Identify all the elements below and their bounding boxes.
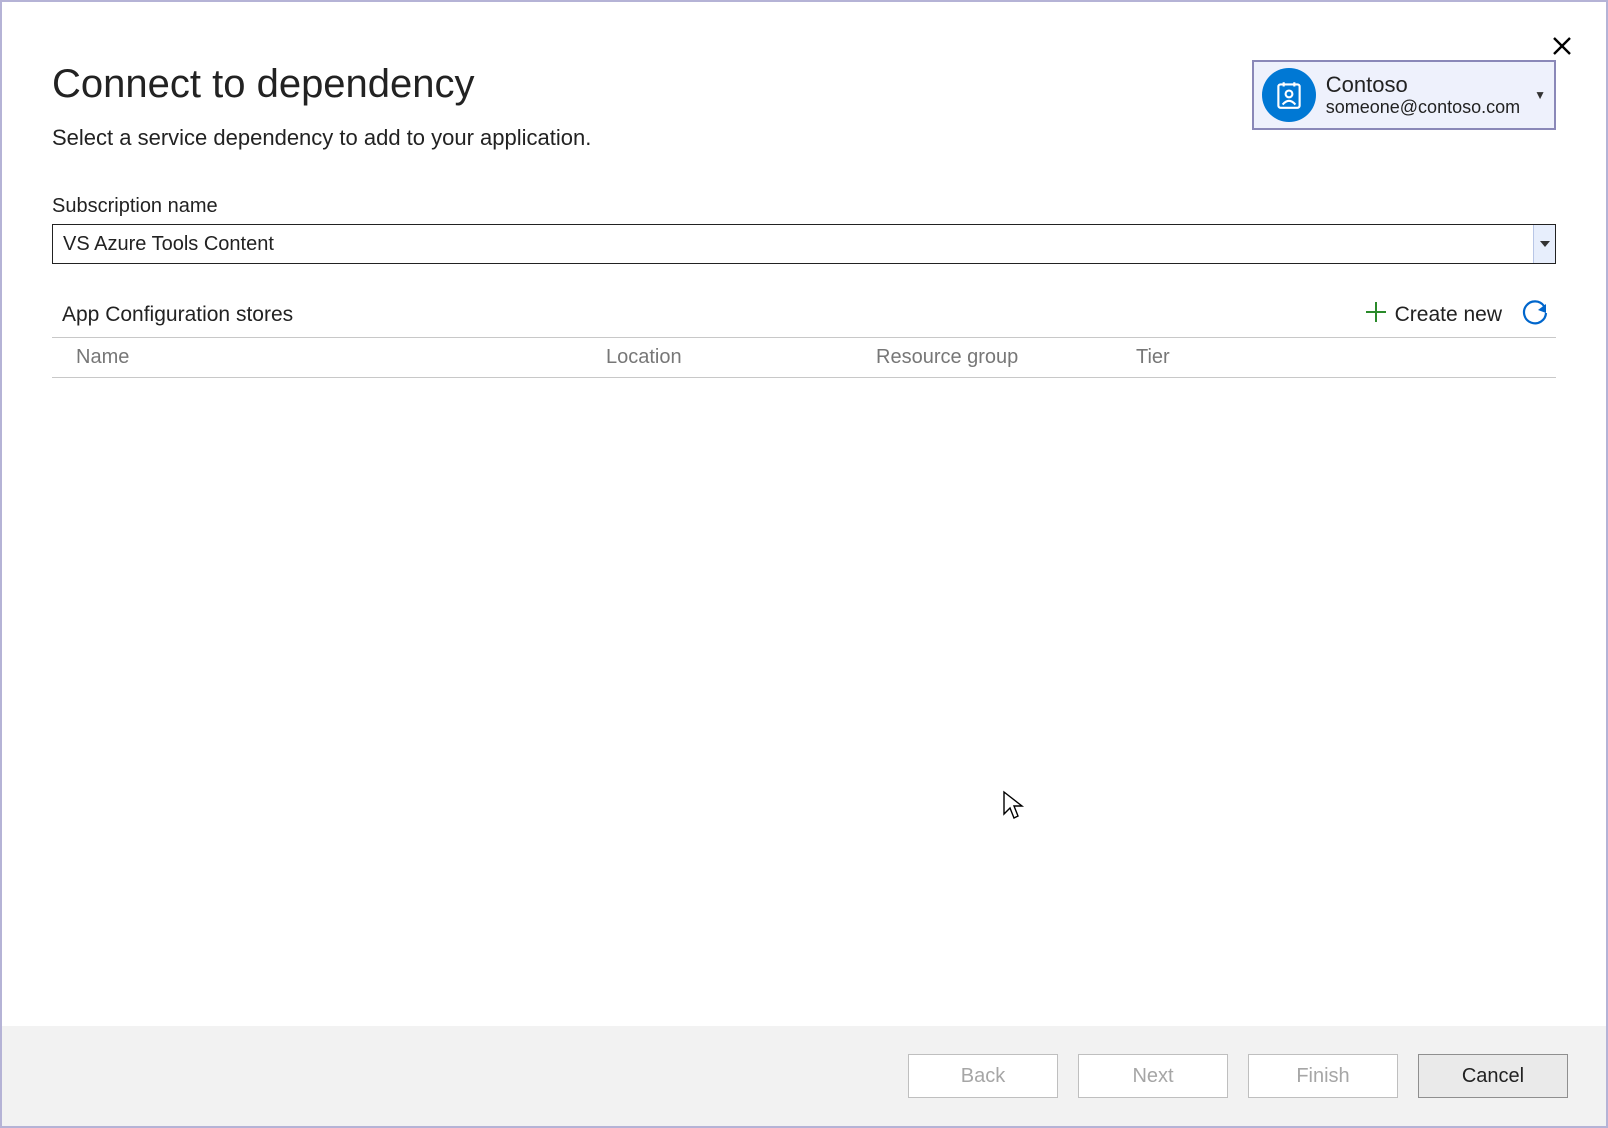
stores-section-title: App Configuration stores	[62, 303, 293, 327]
chevron-down-icon: ▼	[1534, 88, 1546, 102]
refresh-button[interactable]	[1520, 298, 1550, 331]
plus-icon	[1365, 301, 1387, 328]
column-name: Name	[76, 346, 606, 369]
account-selector[interactable]: Contoso someone@contoso.com ▼	[1252, 60, 1556, 130]
cursor-icon	[1002, 790, 1026, 820]
subscription-label: Subscription name	[52, 195, 1556, 218]
column-resource-group: Resource group	[876, 346, 1136, 369]
stores-table-header: Name Location Resource group Tier	[52, 338, 1556, 378]
refresh-icon	[1522, 300, 1548, 326]
column-location: Location	[606, 346, 876, 369]
dialog-footer: Back Next Finish Cancel	[2, 1026, 1606, 1126]
dropdown-toggle[interactable]	[1533, 225, 1555, 263]
next-button: Next	[1078, 1054, 1228, 1098]
subscription-dropdown[interactable]: VS Azure Tools Content	[52, 224, 1556, 264]
back-button: Back	[908, 1054, 1058, 1098]
cancel-button[interactable]: Cancel	[1418, 1054, 1568, 1098]
close-icon	[1552, 36, 1572, 56]
subscription-value: VS Azure Tools Content	[53, 225, 1533, 263]
chevron-down-icon	[1540, 241, 1550, 247]
account-badge-icon	[1262, 68, 1316, 122]
close-button[interactable]	[1548, 32, 1576, 63]
create-new-label: Create new	[1395, 303, 1502, 327]
account-org: Contoso	[1326, 72, 1520, 97]
column-tier: Tier	[1136, 346, 1540, 369]
create-new-button[interactable]: Create new	[1365, 301, 1502, 328]
finish-button: Finish	[1248, 1054, 1398, 1098]
account-email: someone@contoso.com	[1326, 97, 1520, 118]
account-info: Contoso someone@contoso.com	[1326, 72, 1520, 118]
